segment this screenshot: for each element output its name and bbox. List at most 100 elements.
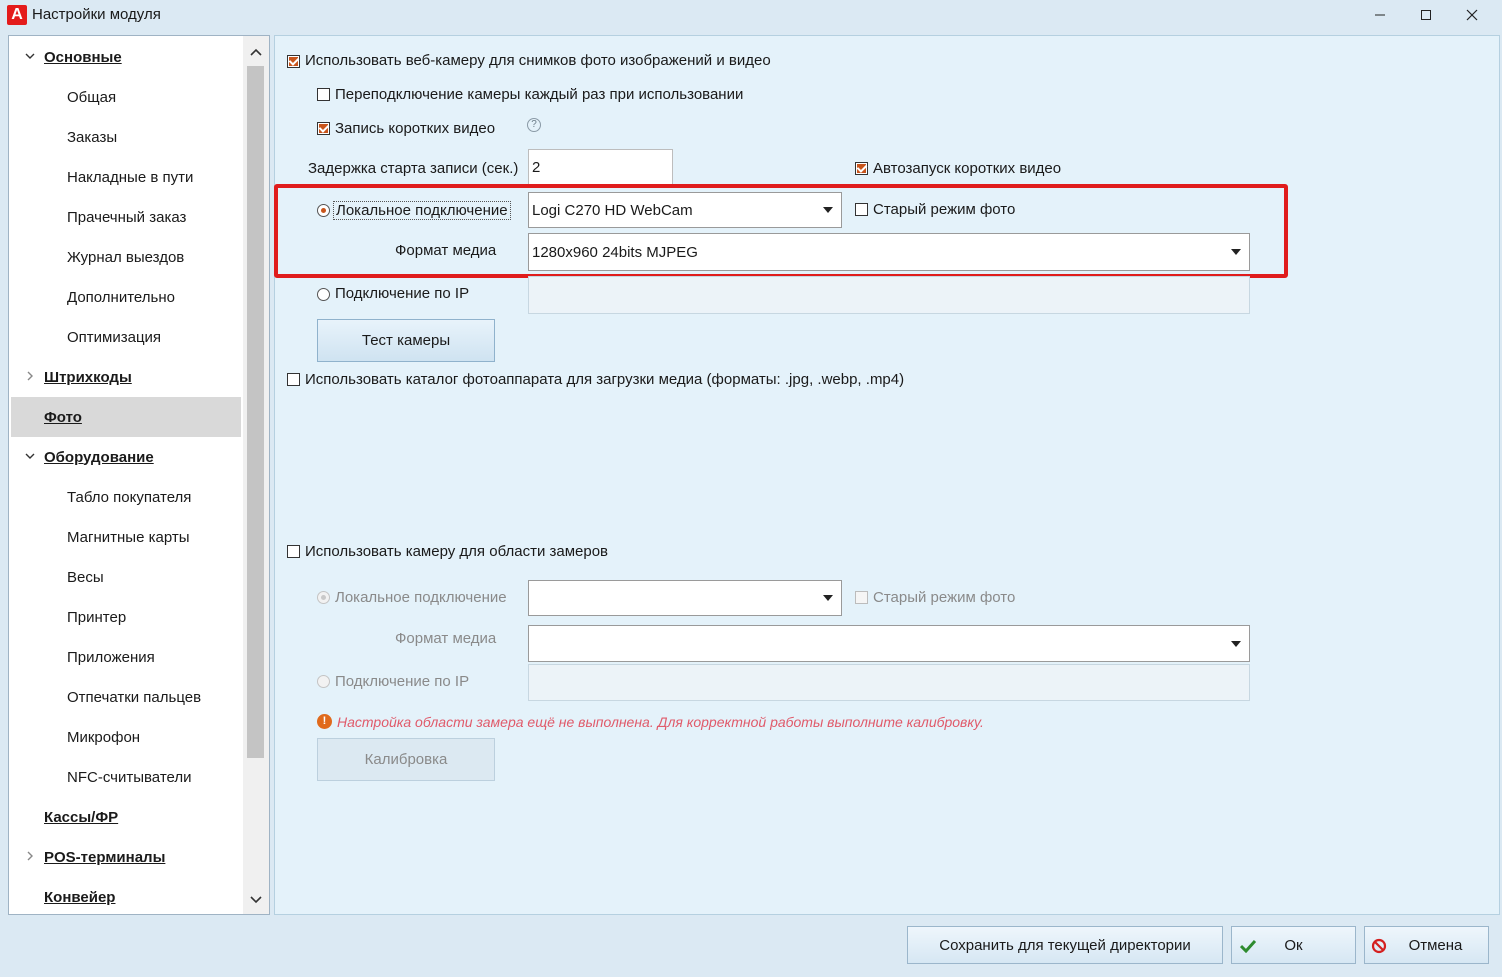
sidebar-item-child[interactable]: Весы bbox=[11, 557, 241, 597]
cancel-icon bbox=[1371, 938, 1387, 954]
sidebar-item-child[interactable]: Прачечный заказ bbox=[11, 197, 241, 237]
sidebar-item-child[interactable]: NFC-считыватели bbox=[11, 757, 241, 797]
maximize-button[interactable] bbox=[1403, 0, 1449, 30]
sidebar-item-label: Принтер bbox=[67, 608, 127, 626]
cancel-button[interactable]: Отмена bbox=[1364, 926, 1489, 964]
autostart-label[interactable]: Автозапуск коротких видео bbox=[873, 160, 1061, 177]
scroll-thumb[interactable] bbox=[247, 66, 264, 758]
sidebar-item-child[interactable]: Журнал выездов bbox=[11, 237, 241, 277]
sidebar-item-child[interactable]: Магнитные карты bbox=[11, 517, 241, 557]
sidebar-item-label: POS-терминалы bbox=[44, 848, 166, 866]
measure-ip-radio[interactable] bbox=[317, 675, 330, 688]
calibration-warning: Настройка области замера ещё не выполнен… bbox=[337, 714, 984, 730]
settings-tree[interactable]: Основные Общая Заказы Накладные в пути Праче… bbox=[8, 35, 270, 915]
minimize-button[interactable] bbox=[1357, 0, 1403, 30]
scroll-down-button[interactable] bbox=[243, 886, 269, 914]
reconnect-label[interactable]: Переподключение камеры каждый раз при ис… bbox=[335, 86, 743, 103]
measure-local-label[interactable]: Локальное подключение bbox=[335, 589, 507, 606]
sidebar-item-label: Штрихкоды bbox=[44, 368, 132, 386]
use-webcam-label[interactable]: Использовать веб-камеру для снимков фото… bbox=[305, 52, 771, 69]
close-button[interactable] bbox=[1449, 0, 1495, 30]
sidebar-item-label: Оборудование bbox=[44, 448, 154, 466]
sidebar-item-group[interactable]: Основные bbox=[11, 37, 241, 77]
reconnect-checkbox[interactable] bbox=[317, 88, 330, 101]
sidebar-item-group[interactable]: Оборудование bbox=[11, 437, 241, 477]
window-title: Настройки модуля bbox=[32, 6, 161, 23]
sidebar-item-group[interactable]: Конвейер bbox=[11, 877, 241, 914]
scroll-up-button[interactable] bbox=[243, 38, 269, 66]
sidebar-item-child[interactable]: Микрофон bbox=[11, 717, 241, 757]
sidebar-item-child[interactable]: Табло покупателя bbox=[11, 477, 241, 517]
sidebar-item-label: Общая bbox=[67, 88, 117, 106]
dropdown-arrow-icon bbox=[1231, 640, 1241, 647]
sidebar-item-child[interactable]: Накладные в пути bbox=[11, 157, 241, 197]
sidebar-item-label: Кассы/ФР bbox=[44, 808, 119, 826]
tree-scrollbar[interactable] bbox=[243, 36, 269, 914]
measure-local-radio[interactable] bbox=[317, 591, 330, 604]
sidebar-item-child[interactable]: Общая bbox=[11, 77, 241, 117]
sidebar-item-label: NFC-считыватели bbox=[67, 768, 192, 786]
measure-camera-checkbox[interactable] bbox=[287, 545, 300, 558]
camera-select[interactable]: Logi C270 HD WebCam bbox=[528, 192, 842, 228]
measure-old-photo-checkbox[interactable] bbox=[855, 591, 868, 604]
chevron-down-icon bbox=[250, 896, 262, 904]
sidebar-item-child[interactable]: Заказы bbox=[11, 117, 241, 157]
measure-media-format-select[interactable] bbox=[528, 625, 1250, 662]
ok-button[interactable]: Ок bbox=[1231, 926, 1356, 964]
minimize-icon bbox=[1375, 14, 1385, 16]
sidebar-item-label: Весы bbox=[67, 568, 104, 586]
ip-connection-label[interactable]: Подключение по IP bbox=[335, 285, 469, 302]
collapsed-arrow-icon[interactable] bbox=[23, 369, 37, 383]
measure-camera-select[interactable] bbox=[528, 580, 842, 616]
calibrate-button[interactable]: Калибровка bbox=[317, 738, 495, 781]
old-photo-label[interactable]: Старый режим фото bbox=[873, 201, 1015, 218]
ip-connection-radio[interactable] bbox=[317, 288, 330, 301]
measure-camera-label[interactable]: Использовать камеру для области замеров bbox=[305, 543, 608, 560]
old-photo-checkbox[interactable] bbox=[855, 203, 868, 216]
sidebar-item-child[interactable]: Дополнительно bbox=[11, 277, 241, 317]
photo-settings-panel: Использовать веб-камеру для снимков фото… bbox=[274, 35, 1500, 915]
sidebar-item-label: Заказы bbox=[67, 128, 118, 146]
sidebar-item-label: Табло покупателя bbox=[67, 488, 192, 506]
sidebar-item-label: Оптимизация bbox=[67, 328, 162, 346]
sidebar-item-group[interactable]: POS-терминалы bbox=[11, 837, 241, 877]
save-for-directory-label: Сохранить для текущей директории bbox=[939, 936, 1191, 954]
use-webcam-checkbox[interactable] bbox=[287, 55, 300, 68]
sidebar-item-group[interactable]: Кассы/ФР bbox=[11, 797, 241, 837]
delay-input[interactable]: 2 bbox=[528, 149, 673, 186]
record-short-checkbox[interactable] bbox=[317, 122, 330, 135]
sidebar-item-label: Отпечатки пальцев bbox=[67, 688, 202, 706]
ip-address-input[interactable] bbox=[528, 276, 1250, 314]
camera-select-value: Logi C270 HD WebCam bbox=[532, 201, 693, 219]
test-camera-button[interactable]: Тест камеры bbox=[317, 319, 495, 362]
sidebar-item-child[interactable]: Принтер bbox=[11, 597, 241, 637]
maximize-icon bbox=[1421, 10, 1431, 20]
autostart-checkbox[interactable] bbox=[855, 162, 868, 175]
media-format-select[interactable]: 1280x960 24bits MJPEG bbox=[528, 233, 1250, 271]
sidebar-item-child[interactable]: Оптимизация bbox=[11, 317, 241, 357]
expanded-arrow-icon[interactable] bbox=[23, 449, 37, 463]
local-connection-radio[interactable] bbox=[317, 204, 330, 217]
sidebar-item-group[interactable]: Штрихкоды bbox=[11, 357, 241, 397]
measure-media-format-label: Формат медиа bbox=[395, 630, 497, 647]
catalog-label[interactable]: Использовать каталог фотоаппарата для за… bbox=[305, 371, 904, 388]
record-short-label[interactable]: Запись коротких видео bbox=[335, 120, 495, 137]
expanded-arrow-icon[interactable] bbox=[23, 49, 37, 63]
catalog-checkbox[interactable] bbox=[287, 373, 300, 386]
sidebar-item-label: Магнитные карты bbox=[67, 528, 190, 546]
collapsed-arrow-icon[interactable] bbox=[23, 849, 37, 863]
sidebar-item-group[interactable]: Фото bbox=[11, 397, 241, 437]
save-for-directory-button[interactable]: Сохранить для текущей директории bbox=[907, 926, 1223, 964]
measure-ip-label[interactable]: Подключение по IP bbox=[335, 673, 469, 690]
measure-old-photo-label[interactable]: Старый режим фото bbox=[873, 589, 1015, 606]
sidebar-item-child[interactable]: Отпечатки пальцев bbox=[11, 677, 241, 717]
title-bar: А Настройки модуля bbox=[0, 0, 1502, 30]
local-connection-label[interactable]: Локальное подключение bbox=[333, 201, 511, 220]
help-icon[interactable]: ? bbox=[527, 118, 541, 132]
sidebar-item-child[interactable]: Приложения bbox=[11, 637, 241, 677]
sidebar-item-label: Основные bbox=[44, 48, 122, 66]
measure-ip-input[interactable] bbox=[528, 664, 1250, 701]
close-icon bbox=[1466, 9, 1478, 21]
dropdown-arrow-icon bbox=[1231, 249, 1241, 255]
sidebar-item-label: Дополнительно bbox=[67, 288, 175, 306]
